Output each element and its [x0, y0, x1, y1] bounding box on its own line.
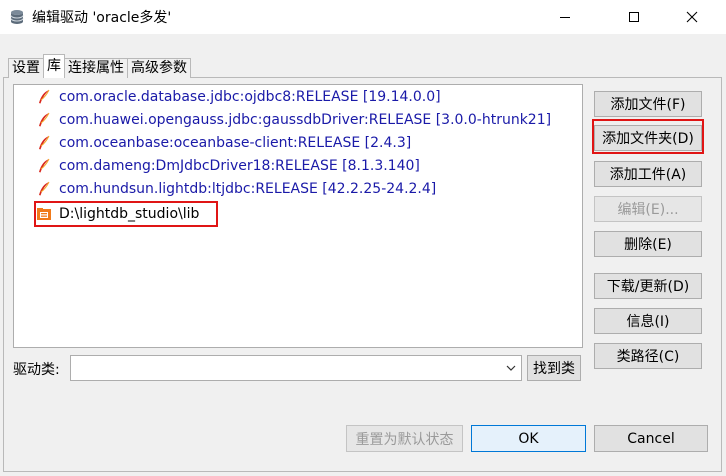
library-item[interactable]: D:\lightdb_studio\lib	[36, 203, 199, 225]
title-bar: 编辑驱动 'oracle多发'	[0, 0, 726, 34]
dialog-body: 设置 库 连接属性 高级参数 com.oracle.database.jdbc:…	[0, 34, 726, 476]
minimize-button[interactable]	[542, 0, 588, 34]
minimize-icon	[560, 17, 570, 18]
cancel-button[interactable]: Cancel	[594, 425, 708, 452]
close-window-button[interactable]	[669, 0, 715, 34]
ok-button[interactable]: OK	[471, 425, 586, 452]
database-icon	[10, 10, 24, 24]
maximize-icon	[629, 12, 639, 22]
chevron-down-icon	[506, 365, 516, 371]
jar-folder-icon	[37, 208, 51, 220]
close-icon	[686, 11, 698, 23]
maven-feather-icon	[39, 135, 50, 150]
library-item[interactable]: com.oracle.database.jdbc:ojdbc8:RELEASE …	[36, 86, 441, 108]
class-path-button[interactable]: 类路径(C)	[594, 343, 702, 369]
tab-libraries[interactable]: 库	[43, 54, 65, 78]
add-artifact-button[interactable]: 添加工件(A)	[594, 161, 702, 187]
maven-feather-icon	[39, 112, 50, 127]
tab-advanced-parameters[interactable]: 高级参数	[127, 58, 191, 78]
library-item[interactable]: com.oceanbase:oceanbase-client:RELEASE […	[36, 132, 411, 154]
library-list[interactable]: com.oracle.database.jdbc:ojdbc8:RELEASE …	[13, 84, 583, 348]
maven-feather-icon	[39, 158, 50, 173]
edit-button[interactable]: 编辑(E)...	[594, 196, 702, 222]
info-button[interactable]: 信息(I)	[594, 308, 702, 334]
library-label: com.dameng:DmJdbcDriver18:RELEASE [8.1.3…	[59, 158, 420, 174]
library-label: D:\lightdb_studio\lib	[59, 206, 200, 222]
library-label: com.oracle.database.jdbc:ojdbc8:RELEASE …	[59, 89, 441, 105]
maven-feather-icon	[39, 89, 50, 104]
driver-class-label: 驱动类:	[13, 362, 60, 378]
tab-settings[interactable]: 设置	[8, 58, 44, 78]
tab-connection-properties[interactable]: 连接属性	[64, 58, 128, 78]
library-item[interactable]: com.hundsun.lightdb:ltjdbc:RELEASE [42.2…	[36, 178, 436, 200]
maximize-button[interactable]	[611, 0, 657, 34]
tab-bar: 设置 库 连接属性 高级参数	[8, 54, 191, 78]
maven-feather-icon	[39, 181, 50, 196]
library-label: com.huawei.opengauss.jdbc:gaussdbDriver:…	[59, 112, 552, 128]
library-label: com.oceanbase:oceanbase-client:RELEASE […	[59, 135, 412, 151]
driver-class-select[interactable]	[70, 355, 522, 381]
library-label: com.hundsun.lightdb:ltjdbc:RELEASE [42.2…	[59, 181, 437, 197]
download-update-button[interactable]: 下载/更新(D)	[594, 273, 702, 299]
library-item[interactable]: com.dameng:DmJdbcDriver18:RELEASE [8.1.3…	[36, 155, 420, 177]
add-file-button[interactable]: 添加文件(F)	[594, 91, 702, 117]
window-title: 编辑驱动 'oracle多发'	[32, 10, 172, 26]
reset-default-button[interactable]: 重置为默认状态	[346, 425, 463, 452]
delete-button[interactable]: 删除(E)	[594, 231, 702, 257]
find-class-button[interactable]: 找到类	[527, 355, 581, 381]
library-item[interactable]: com.huawei.opengauss.jdbc:gaussdbDriver:…	[36, 109, 551, 131]
add-folder-button[interactable]: 添加文件夹(D)	[594, 125, 702, 151]
